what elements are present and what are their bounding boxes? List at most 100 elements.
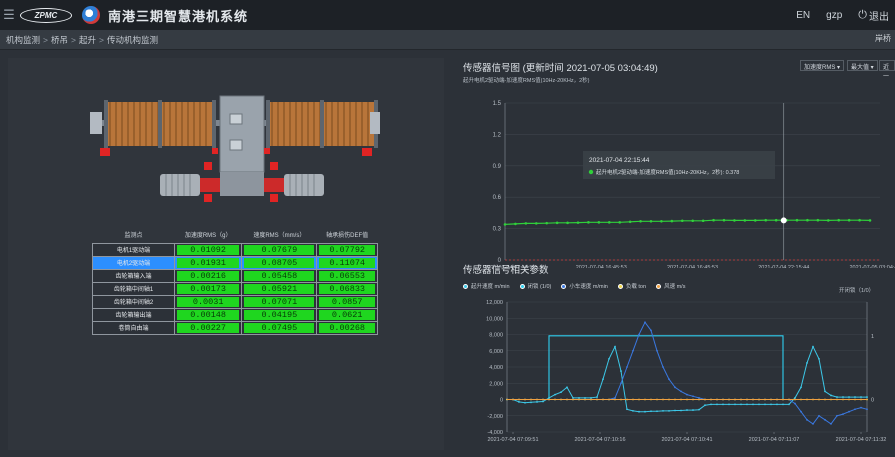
acc-value: 0.00216 bbox=[177, 270, 240, 281]
x-tick-label: 2021-07-04 16:45:53 bbox=[667, 265, 718, 268]
aggregate-select[interactable]: 最大值 ▾ bbox=[847, 60, 878, 71]
data-point bbox=[656, 410, 658, 413]
data-point bbox=[576, 221, 580, 224]
data-point bbox=[816, 218, 820, 222]
acc-cell: 0.00216 bbox=[173, 268, 243, 283]
data-point bbox=[632, 349, 634, 352]
table-row[interactable]: 电机2驱动端 0.01931 0.08705 0.11074 bbox=[92, 255, 378, 270]
breadcrumb-item[interactable]: 起升 bbox=[79, 34, 96, 46]
vel-cell: 0.07071 bbox=[241, 294, 318, 309]
x-tick-label: 2021-07-04 07:10:16 bbox=[574, 437, 625, 443]
data-point bbox=[842, 413, 844, 416]
acc-value: 0.01931 bbox=[177, 257, 240, 268]
data-point bbox=[524, 401, 526, 404]
data-point bbox=[602, 378, 604, 381]
data-point bbox=[608, 357, 610, 360]
breadcrumb-item[interactable]: 桥吊 bbox=[51, 34, 68, 46]
param-signal-chart[interactable]: -4,000 -2,000 0 2,000 4,000 6,000 8,000 10,000 1… bbox=[455, 292, 895, 450]
table-row[interactable]: 电机1驱动端 0.01092 0.07679 0.07792 bbox=[92, 242, 378, 257]
data-point bbox=[764, 218, 768, 222]
vel-cell: 0.08705 bbox=[241, 255, 318, 270]
def-cell: 0.0857 bbox=[316, 294, 378, 309]
data-point bbox=[848, 396, 850, 398]
logout-button[interactable]: ⏻ 退出 bbox=[858, 8, 889, 23]
data-point bbox=[680, 390, 682, 393]
vel-value: 0.05458 bbox=[244, 270, 315, 281]
data-point bbox=[650, 329, 652, 332]
data-point bbox=[854, 396, 856, 398]
menu-icon[interactable]: ☰ bbox=[0, 0, 18, 30]
data-point bbox=[572, 396, 574, 399]
legend-item[interactable]: 闭锁 (1/0) bbox=[519, 282, 551, 290]
y-tick-label: 1.5 bbox=[493, 101, 502, 107]
data-point bbox=[644, 410, 646, 413]
user-name[interactable]: gzp bbox=[826, 10, 842, 21]
table-row[interactable]: 齿轮箱输入端 0.00216 0.05458 0.06553 bbox=[92, 268, 378, 283]
y-tick-label: -2,000 bbox=[487, 414, 503, 420]
company-logo: ZPMC bbox=[20, 7, 72, 23]
gearbox bbox=[219, 95, 265, 173]
language-switch[interactable]: EN bbox=[796, 10, 810, 21]
acc-cell: 0.00227 bbox=[173, 320, 243, 335]
data-point bbox=[830, 422, 832, 425]
table-row[interactable]: 齿轮箱中间轴1 0.00173 0.05921 0.06833 bbox=[92, 281, 378, 296]
legend-item[interactable]: 风速 m/s bbox=[656, 282, 685, 290]
column-header: 轴承损伤DEF值 bbox=[326, 232, 369, 239]
data-point bbox=[795, 218, 799, 222]
data-point bbox=[662, 409, 664, 412]
legend-dot-icon bbox=[617, 283, 623, 289]
breadcrumb-item[interactable]: 机构监测 bbox=[6, 34, 40, 46]
table-row[interactable]: 齿轮箱输出端 0.00148 0.04195 0.0621 bbox=[92, 307, 378, 322]
legend-item[interactable]: 起升速度 m/min bbox=[463, 282, 510, 290]
data-point bbox=[524, 222, 528, 225]
data-point bbox=[824, 390, 826, 393]
data-point bbox=[542, 400, 544, 403]
sensor-signal-chart[interactable]: 00.30.60.91.21.52021-07-04 07:10:51 2021-… bbox=[455, 88, 895, 268]
data-point bbox=[686, 393, 688, 396]
metric-select[interactable]: 加速度RMS ▾ bbox=[800, 60, 845, 71]
data-point bbox=[848, 410, 850, 413]
x-tick-label: 2021-07-04 22:15:44 bbox=[758, 265, 809, 268]
tooltip-text: 起升电机2驱动端-加速度RMS值(10Hz-20KHz，2秒): 0.378 bbox=[596, 168, 739, 176]
def-cell: 0.00268 bbox=[316, 320, 378, 335]
crane-select-button[interactable]: 岸桥 bbox=[875, 33, 891, 44]
data-point bbox=[733, 219, 736, 222]
data-point bbox=[716, 403, 718, 406]
x-tick-label: 2021-07-05 03:04:49 bbox=[849, 265, 895, 268]
vel-value: 0.07679 bbox=[244, 244, 315, 255]
data-point bbox=[847, 218, 851, 222]
data-point bbox=[818, 357, 820, 360]
legend-label: 起升速度 m/min bbox=[471, 284, 510, 290]
data-point bbox=[554, 393, 556, 396]
table-row[interactable]: 卷筒自由端 0.00227 0.07495 0.00268 bbox=[92, 320, 378, 335]
system-logo-icon bbox=[82, 6, 100, 24]
data-point bbox=[680, 219, 684, 223]
monitor-point-name: 齿轮箱中间轴1 bbox=[92, 281, 175, 296]
def-value: 0.00268 bbox=[319, 322, 375, 333]
range-select[interactable]: 近一 bbox=[879, 60, 895, 80]
monitor-table: 监测点 加速度RMS（g） 速度RMS（mm/s） 轴承损伤DEF值 电机1驱动… bbox=[92, 226, 378, 335]
x-tick-label: 2021-07-04 07:09:51 bbox=[487, 437, 538, 443]
data-point bbox=[704, 404, 706, 407]
acc-value: 0.00148 bbox=[177, 309, 240, 320]
table-row[interactable]: 齿轮箱中间轴2 0.0031 0.07071 0.0857 bbox=[92, 294, 378, 309]
vel-value: 0.07071 bbox=[244, 296, 315, 307]
logout-icon: ⏻ bbox=[858, 8, 867, 21]
data-point bbox=[698, 396, 700, 399]
sensor-marker bbox=[362, 148, 372, 156]
data-point bbox=[854, 408, 856, 411]
legend-item[interactable]: 负载 ton bbox=[617, 282, 646, 290]
data-point bbox=[639, 219, 642, 223]
data-point bbox=[758, 403, 760, 406]
data-point bbox=[800, 386, 802, 389]
data-point bbox=[788, 403, 790, 406]
vel-value: 0.07495 bbox=[244, 322, 315, 333]
data-point bbox=[743, 219, 747, 222]
y-tick-label: 10,000 bbox=[486, 316, 503, 322]
def-value: 0.07792 bbox=[319, 244, 375, 255]
series-line bbox=[507, 321, 868, 425]
data-point bbox=[566, 386, 568, 389]
legend-item[interactable]: 小车速度 m/min bbox=[561, 282, 608, 290]
monitor-point-name: 齿轮箱中间轴2 bbox=[92, 294, 175, 309]
data-point bbox=[806, 418, 808, 421]
